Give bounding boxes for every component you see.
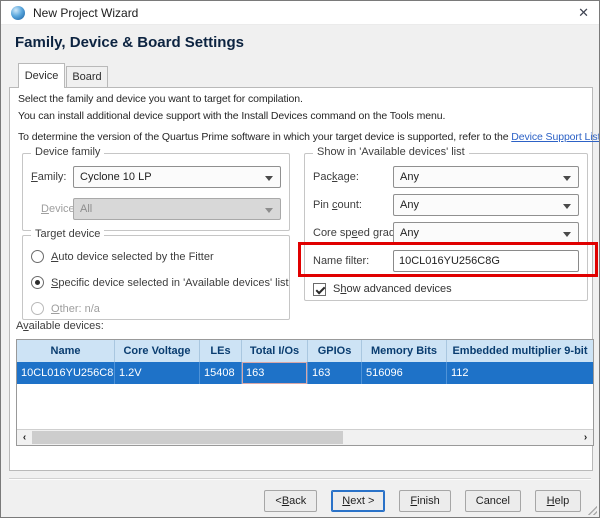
table-empty-area bbox=[17, 384, 593, 429]
device-family-group: Device family Family: Cyclone 10 LP Devi… bbox=[22, 153, 290, 231]
dropdown-arrow-icon bbox=[563, 232, 571, 237]
name-filter-row: Name filter: bbox=[313, 250, 579, 272]
available-devices-label: Available devices: bbox=[16, 320, 104, 332]
radio-auto-device-label: Auto device selected by the Fitter bbox=[51, 251, 214, 263]
device-family-group-title: Device family bbox=[31, 146, 104, 158]
radio-auto-device[interactable]: Auto device selected by the Fitter bbox=[31, 248, 281, 265]
intro-line-1: Select the family and device you want to… bbox=[18, 93, 303, 105]
window-title: New Project Wizard bbox=[33, 6, 138, 20]
column-header-total-ios[interactable]: Total I/Os bbox=[242, 340, 308, 362]
radio-button-disabled-icon bbox=[31, 302, 44, 315]
tab-board[interactable]: Board bbox=[66, 66, 108, 87]
quartus-logo-icon bbox=[11, 6, 25, 20]
table-row-selected[interactable]: 10CL016YU256C8G 1.2V 15408 163 163 51609… bbox=[17, 362, 593, 384]
cancel-button[interactable]: Cancel bbox=[465, 490, 521, 512]
back-button[interactable]: < Back bbox=[264, 490, 317, 512]
radio-specific-device-label: Specific device selected in 'Available d… bbox=[51, 277, 289, 289]
tab-device[interactable]: Device bbox=[18, 63, 65, 88]
family-row: Family: Cyclone 10 LP bbox=[31, 166, 281, 188]
radio-button-icon bbox=[31, 250, 44, 263]
core-speed-grade-select-value: Any bbox=[400, 227, 419, 239]
radio-other: Other: n/a bbox=[31, 300, 281, 317]
device-label: Device: bbox=[41, 203, 73, 215]
cell-gpios: 163 bbox=[308, 362, 362, 384]
dropdown-arrow-icon bbox=[563, 204, 571, 209]
column-header-les[interactable]: LEs bbox=[200, 340, 242, 362]
radio-specific-device[interactable]: Specific device selected in 'Available d… bbox=[31, 274, 281, 291]
intro-line-3: To determine the version of the Quartus … bbox=[18, 131, 600, 143]
checkbox-checked-icon bbox=[313, 283, 326, 296]
package-select[interactable]: Any bbox=[393, 166, 579, 188]
cell-embedded-multiplier: 112 bbox=[447, 362, 593, 384]
dropdown-arrow-icon bbox=[265, 208, 273, 213]
pin-count-select-value: Any bbox=[400, 199, 419, 211]
tab-board-label: Board bbox=[72, 71, 101, 83]
horizontal-scrollbar: ‹ › bbox=[17, 429, 593, 445]
cell-memory-bits: 516096 bbox=[362, 362, 447, 384]
scroll-left-icon[interactable]: ‹ bbox=[17, 430, 32, 445]
name-filter-label: Name filter: bbox=[313, 255, 393, 267]
core-speed-grade-row: Core speed grade: Any bbox=[313, 222, 579, 244]
close-icon[interactable]: ✕ bbox=[578, 6, 589, 19]
family-select-value: Cyclone 10 LP bbox=[80, 171, 152, 183]
cell-les: 15408 bbox=[200, 362, 242, 384]
core-speed-grade-label: Core speed grade: bbox=[313, 227, 393, 239]
package-select-value: Any bbox=[400, 171, 419, 183]
device-select-value: All bbox=[80, 203, 92, 215]
device-select: All bbox=[73, 198, 281, 220]
available-devices-table: Name Core Voltage LEs Total I/Os GPIOs M… bbox=[16, 339, 594, 446]
column-header-name[interactable]: Name bbox=[17, 340, 115, 362]
scroll-right-icon[interactable]: › bbox=[578, 430, 593, 445]
show-advanced-label: Show advanced devices bbox=[333, 283, 452, 295]
resize-grip[interactable] bbox=[586, 504, 597, 515]
page-title: Family, Device & Board Settings bbox=[15, 34, 244, 51]
family-label: Family: bbox=[31, 171, 73, 183]
next-button[interactable]: Next > bbox=[331, 490, 385, 512]
show-advanced-row[interactable]: Show advanced devices bbox=[313, 281, 579, 297]
pin-count-row: Pin count: Any bbox=[313, 194, 579, 216]
new-project-wizard-dialog: New Project Wizard ✕ Family, Device & Bo… bbox=[0, 0, 600, 518]
device-support-list-link[interactable]: Device Support List bbox=[511, 131, 600, 143]
cell-name: 10CL016YU256C8G bbox=[17, 362, 115, 384]
footer-buttons: < Back Next > Finish Cancel Help bbox=[264, 490, 581, 512]
cell-total-ios: 163 bbox=[242, 362, 308, 384]
family-select[interactable]: Cyclone 10 LP bbox=[73, 166, 281, 188]
intro-line-2: You can install additional device suppor… bbox=[18, 110, 445, 122]
table-header-row: Name Core Voltage LEs Total I/Os GPIOs M… bbox=[17, 340, 593, 362]
column-header-core-voltage[interactable]: Core Voltage bbox=[115, 340, 200, 362]
pin-count-label: Pin count: bbox=[313, 199, 393, 211]
radio-button-selected-icon bbox=[31, 276, 44, 289]
target-device-group: Target device Auto device selected by th… bbox=[22, 235, 290, 320]
titlebar: New Project Wizard ✕ bbox=[1, 1, 599, 25]
device-tab-panel: Select the family and device you want to… bbox=[9, 87, 593, 471]
scrollbar-thumb[interactable] bbox=[32, 431, 343, 444]
column-header-embedded-multiplier[interactable]: Embedded multiplier 9-bit bbox=[447, 340, 593, 362]
column-header-gpios[interactable]: GPIOs bbox=[308, 340, 362, 362]
cell-core-voltage: 1.2V bbox=[115, 362, 200, 384]
name-filter-input[interactable] bbox=[393, 250, 579, 272]
show-filters-group: Show in 'Available devices' list Package… bbox=[304, 153, 588, 301]
help-button[interactable]: Help bbox=[535, 490, 581, 512]
package-label: Package: bbox=[313, 171, 393, 183]
target-device-group-title: Target device bbox=[31, 228, 104, 240]
dropdown-arrow-icon bbox=[563, 176, 571, 181]
footer-separator bbox=[9, 478, 591, 480]
finish-button[interactable]: Finish bbox=[399, 490, 450, 512]
pin-count-select[interactable]: Any bbox=[393, 194, 579, 216]
device-row: Device: All bbox=[41, 198, 281, 220]
dropdown-arrow-icon bbox=[265, 176, 273, 181]
scrollbar-track[interactable] bbox=[32, 430, 578, 445]
radio-other-label: Other: n/a bbox=[51, 303, 100, 315]
intro-line-3-pre: To determine the version of the Quartus … bbox=[18, 131, 511, 143]
column-header-memory-bits[interactable]: Memory Bits bbox=[362, 340, 447, 362]
tab-device-label: Device bbox=[25, 70, 59, 82]
package-row: Package: Any bbox=[313, 166, 579, 188]
show-filters-group-title: Show in 'Available devices' list bbox=[313, 146, 469, 158]
core-speed-grade-select[interactable]: Any bbox=[393, 222, 579, 244]
